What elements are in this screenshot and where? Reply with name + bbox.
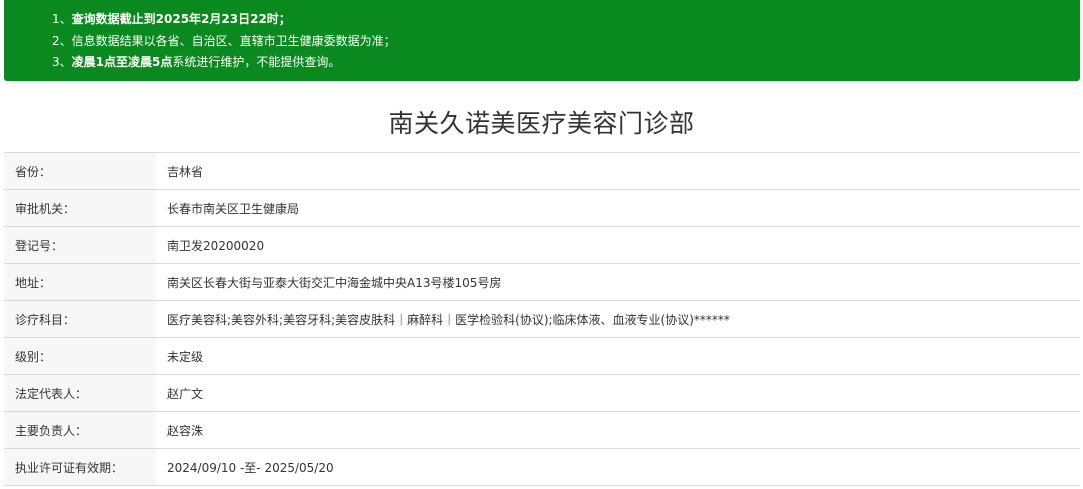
- notice-line-3-prefix: 3、: [52, 55, 72, 69]
- notice-line-1-bold: 查询数据截止到2025年2月23日22时；: [71, 12, 291, 26]
- info-table: 省份： 吉林省 审批机关： 长春市南关区卫生健康局 登记号： 南卫发202000…: [4, 152, 1080, 486]
- row-label: 审批机关：: [4, 190, 156, 226]
- table-row-registration-number: 登记号： 南卫发20200020: [4, 227, 1080, 264]
- row-value: 南关区长春大街与亚泰大街交汇中海金城中央A13号楼105号房: [167, 275, 502, 290]
- page-title: 南关久诺美医疗美容门诊部: [388, 109, 695, 138]
- row-value: 吉林省: [167, 164, 204, 179]
- notice-line-3-bold: 凌晨1点至凌晨5点: [71, 55, 173, 69]
- row-value: 赵广文: [167, 386, 204, 401]
- notice-line-2: 2、信息数据结果以各省、自治区、直辖市卫生健康委数据为准；: [52, 33, 396, 48]
- row-label: 级别：: [4, 338, 156, 374]
- table-row-province: 省份： 吉林省: [4, 153, 1080, 190]
- row-label: 诊疗科目：: [4, 301, 156, 337]
- row-value: 未定级: [167, 349, 204, 364]
- table-row-principal: 主要负责人： 赵容洙: [4, 412, 1080, 449]
- row-label: 法定代表人：: [4, 375, 156, 411]
- row-value: 医疗美容科;美容外科;美容牙科;美容皮肤科｜麻醉科｜医学检验科(协议);临床体液…: [167, 312, 730, 327]
- row-value: 赵容洙: [167, 423, 204, 438]
- notice-line-3-rest: 系统进行维护，不能提供查询。: [172, 55, 341, 69]
- notice-banner: 1、查询数据截止到2025年2月23日22时； 2、信息数据结果以各省、自治区、…: [4, 0, 1080, 81]
- row-label: 地址：: [4, 264, 156, 300]
- table-row-level: 级别： 未定级: [4, 338, 1080, 375]
- notice-line-1-prefix: 1、: [52, 12, 72, 26]
- table-row-approval-authority: 审批机关： 长春市南关区卫生健康局: [4, 190, 1080, 227]
- notice-line-1: 1、查询数据截止到2025年2月23日22时；: [52, 9, 1080, 31]
- row-label: 省份：: [4, 153, 156, 189]
- table-row-address: 地址： 南关区长春大街与亚泰大街交汇中海金城中央A13号楼105号房: [4, 264, 1080, 301]
- row-value: 长春市南关区卫生健康局: [167, 201, 300, 216]
- row-label: 主要负责人：: [4, 412, 156, 448]
- table-row-license-validity: 执业许可证有效期： 2024/09/10 -至- 2025/05/20: [4, 449, 1080, 486]
- notice-line-3: 3、凌晨1点至凌晨5点系统进行维护，不能提供查询。: [52, 52, 1080, 74]
- row-value: 南卫发20200020: [167, 238, 265, 253]
- row-value: 2024/09/10 -至- 2025/05/20: [167, 460, 334, 475]
- row-label: 执业许可证有效期：: [4, 449, 156, 485]
- row-label: 登记号：: [4, 227, 156, 263]
- table-row-legal-representative: 法定代表人： 赵广文: [4, 375, 1080, 412]
- table-row-departments: 诊疗科目： 医疗美容科;美容外科;美容牙科;美容皮肤科｜麻醉科｜医学检验科(协议…: [4, 301, 1080, 338]
